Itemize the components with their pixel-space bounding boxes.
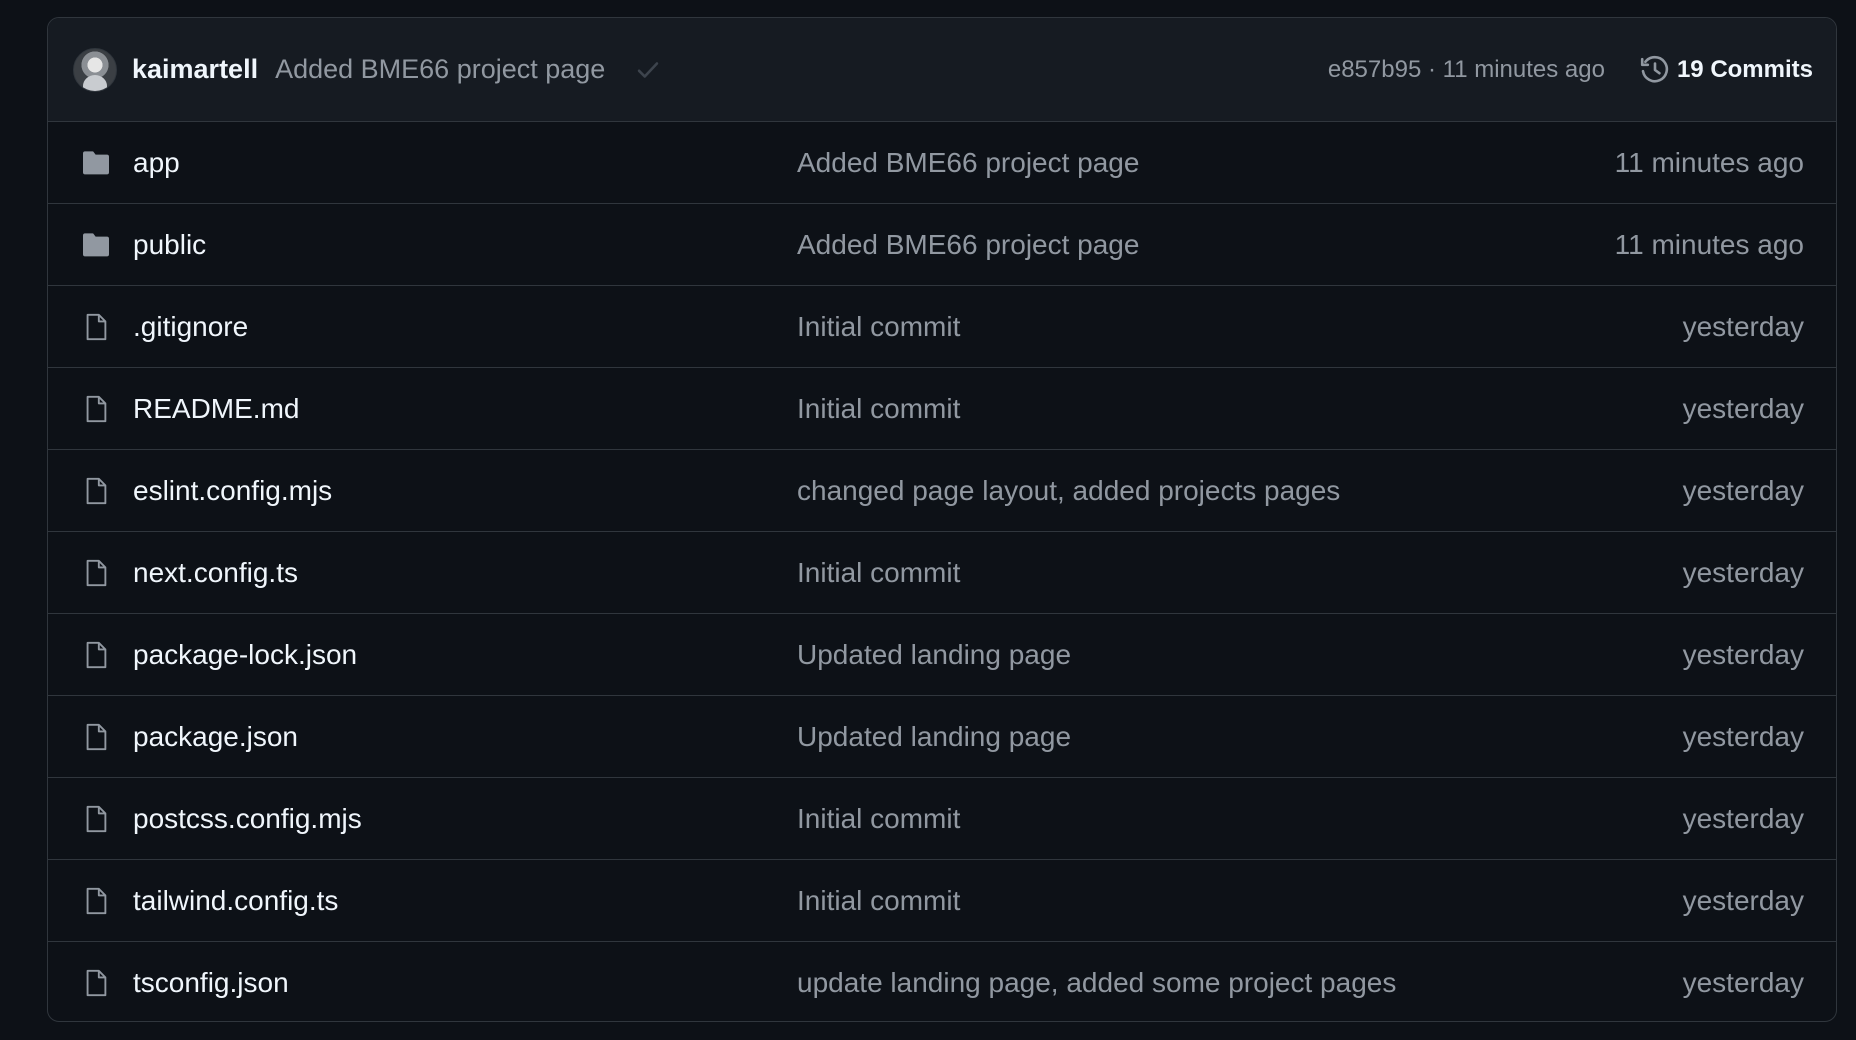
file-commit-message-link[interactable]: Updated landing page bbox=[797, 721, 1071, 753]
file-row[interactable]: public Added BME66 project page 11 minutes… bbox=[48, 204, 1836, 286]
file-commit-message-link[interactable]: Updated landing page bbox=[797, 639, 1071, 671]
file-commit-message-link[interactable]: update landing page, added some project … bbox=[797, 967, 1396, 999]
folder-icon bbox=[79, 228, 113, 262]
file-row[interactable]: next.config.ts Initial commit yesterday bbox=[48, 532, 1836, 614]
file-name-link[interactable]: README.md bbox=[133, 393, 299, 425]
latest-commit-message[interactable]: Added BME66 project page bbox=[275, 54, 605, 85]
file-commit-date: yesterday bbox=[1682, 638, 1804, 670]
file-icon bbox=[79, 638, 113, 672]
file-commit-message-link[interactable]: Added BME66 project page bbox=[797, 147, 1139, 179]
file-row[interactable]: tsconfig.json update landing page, added … bbox=[48, 942, 1836, 1021]
file-name-link[interactable]: postcss.config.mjs bbox=[133, 803, 362, 835]
file-commit-message-link[interactable]: Initial commit bbox=[797, 885, 960, 917]
folder-name-link[interactable]: public bbox=[133, 229, 206, 261]
file-commit-message-link[interactable]: Initial commit bbox=[797, 557, 960, 589]
file-commit-date: yesterday bbox=[1682, 392, 1804, 424]
file-name-link[interactable]: tailwind.config.ts bbox=[133, 885, 338, 917]
file-name-link[interactable]: next.config.ts bbox=[133, 557, 298, 589]
file-icon bbox=[79, 720, 113, 754]
file-name-link[interactable]: package-lock.json bbox=[133, 639, 357, 671]
file-row[interactable]: README.md Initial commit yesterday bbox=[48, 368, 1836, 450]
file-icon bbox=[79, 392, 113, 426]
check-icon[interactable] bbox=[635, 57, 661, 83]
file-commit-date: yesterday bbox=[1682, 556, 1804, 588]
history-icon bbox=[1639, 54, 1671, 86]
commit-sha-and-time[interactable]: e857b95 · 11 minutes ago bbox=[1328, 56, 1605, 84]
file-row[interactable]: package-lock.json Updated landing page yes… bbox=[48, 614, 1836, 696]
file-row[interactable]: .gitignore Initial commit yesterday bbox=[48, 286, 1836, 368]
commits-history-link[interactable]: 19 Commits bbox=[1639, 54, 1813, 86]
file-rows: app Added BME66 project page 11 minutes ag… bbox=[48, 122, 1836, 1021]
file-row[interactable]: app Added BME66 project page 11 minutes ag… bbox=[48, 122, 1836, 204]
file-commit-date: yesterday bbox=[1682, 474, 1804, 506]
file-name-link[interactable]: .gitignore bbox=[133, 311, 248, 343]
file-commit-date: yesterday bbox=[1682, 884, 1804, 916]
folder-icon bbox=[79, 146, 113, 180]
folder-name-link[interactable]: app bbox=[133, 147, 180, 179]
file-row[interactable]: package.json Updated landing page yesterda… bbox=[48, 696, 1836, 778]
author-avatar[interactable] bbox=[73, 47, 117, 92]
file-commit-date: 11 minutes ago bbox=[1614, 228, 1804, 260]
file-name-link[interactable]: package.json bbox=[133, 721, 298, 753]
file-row[interactable]: postcss.config.mjs Initial commit yesterda… bbox=[48, 778, 1836, 860]
file-commit-message-link[interactable]: Initial commit bbox=[797, 311, 960, 343]
latest-commit-header: kaimartell Added BME66 project page e857… bbox=[48, 18, 1836, 122]
file-icon bbox=[79, 802, 113, 836]
file-commit-date: 11 minutes ago bbox=[1614, 146, 1804, 178]
file-icon bbox=[79, 884, 113, 918]
file-name-link[interactable]: eslint.config.mjs bbox=[133, 475, 332, 507]
file-commit-date: yesterday bbox=[1682, 720, 1804, 752]
repository-file-list: kaimartell Added BME66 project page e857… bbox=[47, 17, 1837, 1022]
file-row[interactable]: tailwind.config.ts Initial commit yesterda… bbox=[48, 860, 1836, 942]
file-icon bbox=[79, 310, 113, 344]
file-commit-message-link[interactable]: Initial commit bbox=[797, 393, 960, 425]
file-icon bbox=[79, 556, 113, 590]
file-name-link[interactable]: tsconfig.json bbox=[133, 967, 289, 999]
file-commit-message-link[interactable]: Added BME66 project page bbox=[797, 229, 1139, 261]
file-row[interactable]: eslint.config.mjs changed page layout, ad… bbox=[48, 450, 1836, 532]
file-commit-date: yesterday bbox=[1682, 967, 1804, 998]
file-commit-date: yesterday bbox=[1682, 310, 1804, 342]
file-icon bbox=[79, 474, 113, 508]
commit-author-link[interactable]: kaimartell bbox=[132, 54, 258, 85]
file-commit-message-link[interactable]: Initial commit bbox=[797, 803, 960, 835]
file-commit-message-link[interactable]: changed page layout, added projects page… bbox=[797, 475, 1340, 507]
file-icon bbox=[79, 966, 113, 1000]
file-commit-date: yesterday bbox=[1682, 802, 1804, 834]
commits-count-label: 19 Commits bbox=[1676, 55, 1813, 83]
